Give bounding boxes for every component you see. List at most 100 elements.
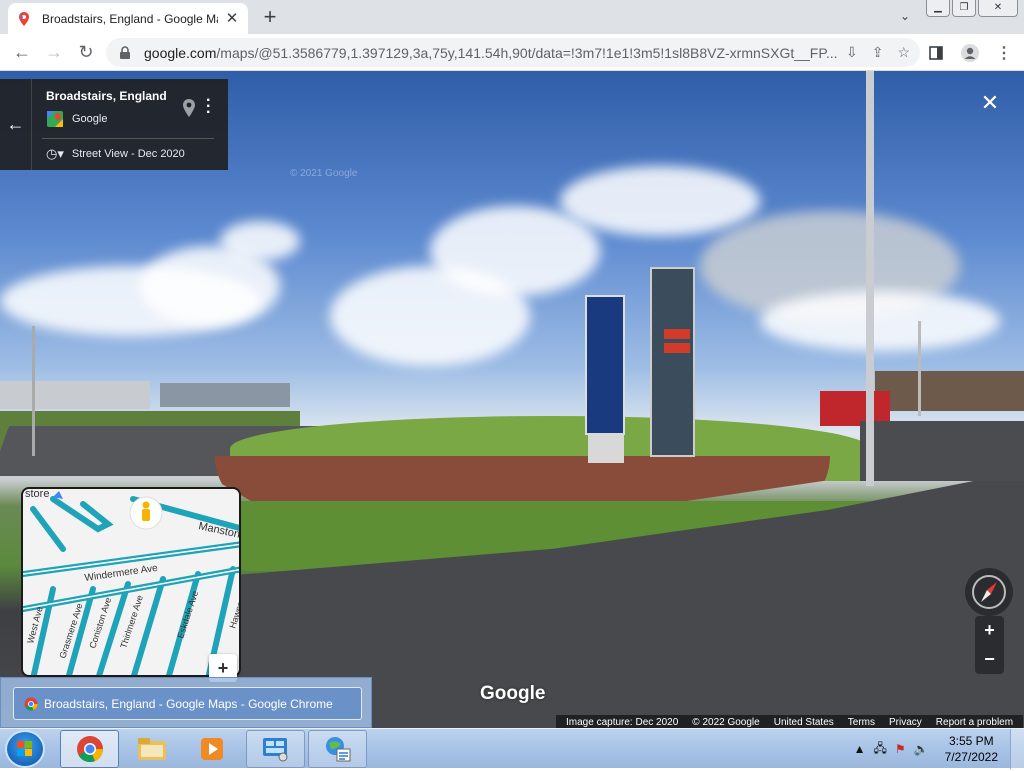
bookmark-star-icon[interactable]: ☆ xyxy=(897,44,910,61)
tab-google-maps[interactable]: Broadstairs, England - Google Maps ✕ xyxy=(8,3,248,34)
fuel-price-display xyxy=(664,343,690,353)
building xyxy=(0,381,150,409)
forward-arrow-icon[interactable]: → xyxy=(38,36,70,68)
kebab-menu-icon[interactable]: ⋮ xyxy=(992,38,1016,67)
volume-speaker-icon[interactable]: 🔈 xyxy=(914,742,929,756)
taskbar-explorer-button[interactable] xyxy=(122,730,181,768)
street-view-date: Street View - Dec 2020 xyxy=(71,148,185,160)
tray-icons: ▲ 🖧 ⚑ 🔈 xyxy=(854,739,929,760)
show-desktop-button[interactable] xyxy=(1010,729,1024,769)
more-options-icon[interactable]: · · · xyxy=(206,93,211,121)
network-globe-icon xyxy=(325,737,350,762)
imagery-provider: Google xyxy=(46,110,107,128)
street-view-panorama[interactable]: © 2021 Google ← Broadstairs, England Goo… xyxy=(0,71,1024,730)
cloud xyxy=(220,221,300,261)
compass-icon[interactable] xyxy=(965,568,1013,616)
cloud xyxy=(760,291,1000,351)
road-right xyxy=(860,421,1024,481)
building xyxy=(160,383,290,407)
tab-search-chevron-icon[interactable]: ⌄ xyxy=(896,9,914,27)
window-close-button[interactable]: ✕ xyxy=(978,0,1018,17)
restore-button[interactable]: ❐ xyxy=(952,0,976,17)
image-capture-date: Image capture: Dec 2020 xyxy=(566,717,679,728)
map-label-hawes: Hawes xyxy=(227,600,241,630)
tab-strip: Broadstairs, England - Google Maps ✕ + ⌄… xyxy=(0,0,1024,34)
fuel-price-sign xyxy=(650,267,695,457)
close-street-view-icon[interactable]: ✕ xyxy=(980,92,1000,114)
back-to-map-arrow-icon[interactable]: ← xyxy=(0,79,32,170)
chrome-icon xyxy=(76,736,103,763)
windows-taskbar: ▲ 🖧 ⚑ 🔈 3:55 PM 7/27/2022 xyxy=(0,728,1024,769)
new-tab-button[interactable]: + xyxy=(258,6,282,30)
thumbnail-title: Broadstairs, England - Google Maps - Goo… xyxy=(44,696,333,711)
taskbar-chrome-button[interactable] xyxy=(60,730,119,768)
google-logo: Google xyxy=(480,683,546,704)
media-player-icon xyxy=(200,738,223,760)
cloud xyxy=(560,166,760,236)
footer-copyright: © 2022 Google xyxy=(692,717,760,728)
zoom-out-button[interactable]: − xyxy=(975,645,1004,674)
action-center-flag-icon[interactable]: ⚑ xyxy=(895,742,906,756)
time-travel-selector[interactable]: ◷▾ Street View - Dec 2020 xyxy=(46,146,185,162)
tab-close-icon[interactable]: ✕ xyxy=(224,10,240,27)
side-panel-icon[interactable] xyxy=(924,38,948,67)
folder-icon xyxy=(137,738,166,760)
footer-privacy-link[interactable]: Privacy xyxy=(889,717,922,728)
network-status-icon[interactable]: 🖧 xyxy=(874,739,887,760)
history-clock-icon: ◷▾ xyxy=(46,146,64,161)
control-panel-icon xyxy=(262,738,287,762)
taskbar-thumbnail-popup: Broadstairs, England - Google Maps - Goo… xyxy=(0,677,372,728)
fuel-price-display xyxy=(664,329,690,339)
pegman-icon[interactable] xyxy=(142,501,150,522)
lamp-post xyxy=(866,71,874,486)
clock-time: 3:55 PM xyxy=(948,734,994,748)
profile-avatar-icon[interactable] xyxy=(958,38,982,67)
retail-park-sign xyxy=(585,295,625,435)
lock-icon xyxy=(120,45,130,59)
minimap[interactable]: store Manston Windermere Ave West Ave Gr… xyxy=(21,487,241,677)
back-arrow-icon[interactable]: ← xyxy=(6,36,38,68)
cloud xyxy=(330,266,530,366)
thumbnail-window-item[interactable]: Broadstairs, England - Google Maps - Goo… xyxy=(13,687,362,720)
install-app-icon[interactable]: ⇩ xyxy=(846,44,858,61)
lamp-post xyxy=(918,321,921,416)
taskbar-network-button[interactable] xyxy=(308,730,367,768)
place-name: Broadstairs, England xyxy=(46,89,167,103)
system-tray: ▲ 🖧 ⚑ 🔈 3:55 PM 7/27/2022 xyxy=(854,729,1024,769)
location-pin-icon[interactable] xyxy=(182,98,196,123)
start-button[interactable] xyxy=(5,730,45,768)
url-path: /maps/@51.3586779,1.397129,3a,75y,141.54… xyxy=(216,44,838,61)
chrome-small-icon xyxy=(24,697,38,710)
taskbar-control-panel-button[interactable] xyxy=(246,730,305,768)
footer-report-link[interactable]: Report a problem xyxy=(936,717,1013,728)
url-text: google.com/maps/@51.3586779,1.397129,3a,… xyxy=(144,45,846,61)
sign-base xyxy=(588,433,624,463)
minimap-roads: store Manston Windermere Ave West Ave Gr… xyxy=(23,489,241,675)
system-clock[interactable]: 3:55 PM 7/27/2022 xyxy=(945,733,998,765)
omnibox-actions: ⇩ ⇪ ☆ xyxy=(846,44,920,61)
provider-name: Google xyxy=(72,113,108,125)
zoom-control: + − xyxy=(975,616,1004,674)
building xyxy=(875,371,1024,411)
address-bar[interactable]: google.com/maps/@51.3586779,1.397129,3a,… xyxy=(106,38,920,67)
card-divider xyxy=(42,138,214,139)
tab-title: Broadstairs, England - Google Maps xyxy=(42,11,218,26)
reload-icon[interactable]: ↻ xyxy=(70,36,102,68)
browser-toolbar: ← → ↻ google.com/maps/@51.3586779,1.3971… xyxy=(0,34,1024,71)
show-hidden-icons-chevron-icon[interactable]: ▲ xyxy=(854,742,866,756)
windows-logo-icon xyxy=(17,741,32,756)
footer-terms-link[interactable]: Terms xyxy=(848,717,875,728)
street-view-info-card: ← Broadstairs, England Google · · · ◷▾ Str… xyxy=(0,79,228,170)
footer-country-link[interactable]: United States xyxy=(774,717,834,728)
share-icon[interactable]: ⇪ xyxy=(872,44,884,61)
url-domain: google.com xyxy=(144,44,217,61)
clock-date: 7/27/2022 xyxy=(944,750,998,764)
minimize-button[interactable]: ▁ xyxy=(926,0,950,17)
lamp-post xyxy=(32,326,35,456)
zoom-in-button[interactable]: + xyxy=(975,616,1004,645)
toolbar-right: ⋮ xyxy=(924,38,1016,67)
map-label-store: store xyxy=(25,489,49,500)
image-watermark: © 2021 Google xyxy=(290,168,358,179)
taskbar-media-player-button[interactable] xyxy=(182,730,241,768)
google-maps-favicon-icon xyxy=(19,11,29,26)
